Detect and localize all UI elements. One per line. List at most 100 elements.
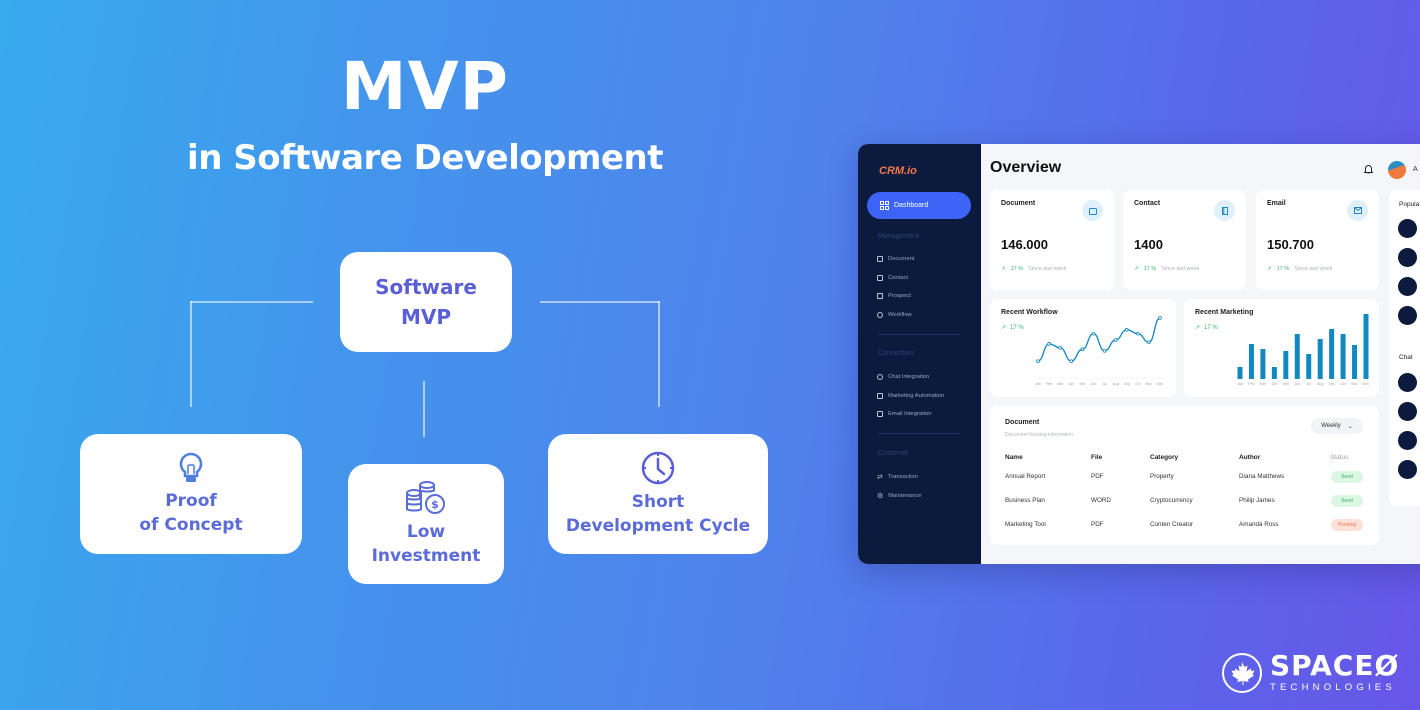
- column-header[interactable]: Category: [1150, 454, 1178, 461]
- bar: [1260, 349, 1266, 379]
- user-name: A: [1413, 166, 1418, 173]
- chat-heading: Chat: [1399, 354, 1413, 361]
- sidebar-section-connection: Connection: [878, 350, 914, 357]
- data-point: [1069, 359, 1074, 363]
- data-point: [1102, 349, 1107, 353]
- card-line: Low: [406, 522, 446, 542]
- avatar[interactable]: [1398, 431, 1417, 450]
- sidebar-item-label: Chat Integration: [888, 374, 930, 380]
- cell-category: Conten Creator: [1150, 521, 1194, 528]
- data-point: [1158, 316, 1162, 320]
- proof-of-concept-card: Proof of Concept: [80, 434, 302, 554]
- data-point: [1036, 359, 1040, 363]
- avatar[interactable]: [1398, 460, 1417, 479]
- sidebar-item-contact[interactable]: Contact: [877, 275, 908, 281]
- chart-change: ↗ 17 %: [1195, 324, 1218, 332]
- avatar[interactable]: [1388, 161, 1406, 179]
- sidebar-item-maintenance[interactable]: ⚙ Maintenance: [877, 492, 921, 500]
- card-line: Short: [631, 492, 685, 512]
- short-dev-cycle-card: Short Development Cycle: [548, 434, 768, 554]
- card-line: Proof: [165, 491, 217, 511]
- sidebar-item-email-integration[interactable]: Email Integration: [877, 411, 932, 417]
- sidebar-item-chat-integration[interactable]: Chat Integration: [877, 374, 929, 380]
- status-badge: Pending: [1331, 519, 1363, 531]
- sidebar-item-transaction[interactable]: ⇄ Transaction: [877, 473, 918, 481]
- cell-name: Annual Report: [1005, 473, 1046, 480]
- column-header[interactable]: Status: [1330, 454, 1348, 461]
- sidebar-item-label: Prospect: [888, 293, 911, 299]
- x-tick-label: Jul: [1306, 382, 1311, 386]
- hero-subtitle: in Software Development: [187, 138, 663, 178]
- sidebar-section-management: Management: [878, 233, 919, 240]
- cell-category: Cryptocurrency: [1150, 497, 1193, 504]
- brand-tagline: TECHNOLOGIES: [1270, 682, 1396, 693]
- x-tick-label: Nov: [1146, 382, 1153, 386]
- sidebar-item-label: Contact: [888, 275, 908, 281]
- recent-workflow-panel: Jan Feb Mar Apr Mei Jun Jul Aug Sep Oct Nov Dec Rec…: [990, 299, 1176, 397]
- x-tick-label: Mar: [1057, 382, 1064, 386]
- avatar[interactable]: [1398, 306, 1417, 325]
- low-investment-card: $ Low Investment: [348, 464, 504, 584]
- grid-icon: [880, 201, 889, 210]
- cell-author: Amanda Ross: [1239, 521, 1279, 528]
- data-point: [1047, 342, 1051, 346]
- sidebar-item-prospect[interactable]: Prospect: [877, 293, 911, 299]
- data-point: [1080, 347, 1085, 352]
- bell-icon[interactable]: [1364, 164, 1373, 174]
- column-header[interactable]: Author: [1239, 454, 1260, 461]
- column-header[interactable]: File: [1091, 454, 1102, 461]
- avatar[interactable]: [1398, 248, 1417, 267]
- avatar[interactable]: [1398, 373, 1417, 392]
- stat-card-document: Document 146.000 ↗ 17 % Since last week: [990, 190, 1114, 290]
- x-tick-label: Sep: [1124, 382, 1130, 386]
- x-tick-label: Feb: [1248, 382, 1254, 386]
- x-tick-label: Jun: [1091, 382, 1097, 386]
- x-tick-label: Mei: [1079, 382, 1085, 386]
- trend-up-icon: ↗: [1001, 266, 1006, 272]
- x-tick-label: Oct: [1340, 382, 1346, 386]
- cell-author: Philip James: [1239, 497, 1275, 504]
- hero-title: MVP: [340, 48, 510, 125]
- cell-name: Business Plan: [1005, 497, 1045, 504]
- sidebar-divider: [878, 334, 960, 335]
- stat-period: Since last week: [1161, 266, 1200, 272]
- x-tick-label: Jan: [1035, 382, 1041, 386]
- x-tick-label: Apr: [1068, 382, 1074, 386]
- avatar[interactable]: [1398, 277, 1417, 296]
- stat-label: Document: [1001, 200, 1036, 207]
- trend-up-icon: ↗: [1001, 325, 1007, 331]
- chevron-down-icon: ⌄: [1347, 423, 1353, 430]
- x-tick-label: Feb: [1046, 382, 1052, 386]
- software-mvp-card: Software MVP: [340, 252, 512, 352]
- column-header[interactable]: Name: [1005, 454, 1023, 461]
- avatar[interactable]: [1398, 402, 1417, 421]
- briefcase-icon: [877, 393, 883, 399]
- connector-line: [540, 301, 660, 303]
- sidebar-item-dashboard[interactable]: Dashboard: [867, 192, 971, 219]
- stat-change: 17 %: [1143, 266, 1157, 272]
- maple-leaf-icon: [1222, 652, 1262, 693]
- stat-card-email: Email 150.700 ↗ 17 % Since last week: [1256, 190, 1379, 290]
- cell-name: Marketing Tool: [1005, 521, 1046, 528]
- trend-up-icon: ↗: [1134, 266, 1139, 272]
- data-point: [1058, 345, 1062, 350]
- chart-title: Recent Marketing: [1195, 309, 1254, 316]
- sidebar-item-document[interactable]: Document: [877, 256, 914, 262]
- cell-category: Property: [1150, 473, 1174, 480]
- x-tick-label: Nov: [1351, 382, 1358, 386]
- avatar[interactable]: [1398, 219, 1417, 238]
- clock-icon: [641, 451, 675, 485]
- sidebar-item-workflow[interactable]: Workflow: [877, 312, 912, 318]
- card-line: MVP: [400, 305, 452, 329]
- recent-marketing-panel: Jan Feb Mar Jun Mei Jun Jul Aug Sep Oct Nov Dec Rec…: [1184, 299, 1379, 397]
- period-dropdown[interactable]: Weekly ⌄: [1311, 418, 1363, 434]
- trend-up-icon: ↗: [1267, 266, 1272, 272]
- x-tick-label: Sep: [1328, 382, 1334, 386]
- data-point: [1091, 331, 1096, 336]
- arrows-swap-icon: ⇄: [877, 474, 883, 481]
- data-point: [1124, 327, 1129, 332]
- gear-icon: ⚙: [877, 493, 884, 500]
- sidebar-item-marketing-automation[interactable]: Marketing Automation: [877, 393, 944, 399]
- sidebar-item-label: Marketing Automation: [888, 393, 945, 399]
- x-tick-label: Jun: [1271, 382, 1277, 386]
